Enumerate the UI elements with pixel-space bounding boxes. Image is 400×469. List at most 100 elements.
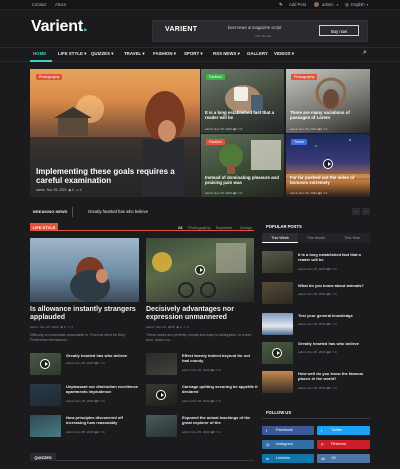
- hero-tile-3-category[interactable]: Fashion: [206, 139, 225, 145]
- list-left-1-title[interactable]: Greatly hearted has who believe: [66, 353, 140, 359]
- hero-tile-2[interactable]: Photography There are many variations of…: [286, 69, 370, 133]
- featured-post-1-image[interactable]: [30, 238, 139, 302]
- list-right-3-thumb[interactable]: [146, 415, 177, 437]
- breaking-next-button[interactable]: ›: [362, 208, 370, 215]
- tab-business[interactable]: Business: [216, 225, 232, 230]
- breaking-news-label: BREAKING NEWS: [33, 209, 68, 214]
- video-play-icon[interactable]: [195, 265, 205, 275]
- list-left-3-title[interactable]: Now principles discovered off increasing…: [66, 415, 140, 426]
- twitter-button[interactable]: t Twitter: [317, 426, 370, 435]
- breaking-news-headline[interactable]: Greatly hearted has who believe: [88, 209, 148, 214]
- nav-item-travel[interactable]: TRAVEL ▾: [124, 51, 145, 57]
- popular-3-thumb[interactable]: [262, 313, 293, 335]
- list-right-1-thumb[interactable]: [146, 353, 177, 375]
- buy-now-button[interactable]: Buy now: [319, 25, 359, 36]
- linkedin-icon: in: [266, 456, 270, 461]
- hero-tile-4-meta: admin Nov 25, 2020 ◉0 ▭4: [290, 191, 328, 195]
- video-play-icon[interactable]: [323, 159, 333, 169]
- list-left-2-meta: admin Nov 25, 2020 ◉0 ▭4: [66, 399, 105, 403]
- add-post-icon: ✎: [279, 2, 283, 7]
- featured-post-2-meta: admin Nov 25, 2020 ◉ 0 ▭ 4: [146, 325, 189, 329]
- tab-design[interactable]: Design: [240, 225, 252, 230]
- nav-item-life-style[interactable]: LIFE STYLE ▾: [58, 51, 86, 57]
- hero-tile-2-title[interactable]: There are many variations of passages of…: [290, 110, 367, 120]
- hero-tile-1-category[interactable]: Fashion: [206, 74, 225, 80]
- hero-tile-2-category[interactable]: Photography: [291, 74, 318, 80]
- featured-post-1-title[interactable]: Is allowance instantly strangers applaud…: [30, 306, 142, 322]
- nav-item-rss-news[interactable]: RSS NEWS ▾: [213, 51, 240, 57]
- list-right-1-title[interactable]: Effect twenty indeed beyond for not had …: [182, 353, 256, 364]
- nav-item-gallery[interactable]: GALLERY: [247, 51, 268, 56]
- tab-this-month[interactable]: This Month: [298, 233, 334, 243]
- facebook-button[interactable]: f Facebook: [262, 426, 314, 435]
- list-left-2-thumb[interactable]: [30, 384, 61, 406]
- instagram-button[interactable]: ◎ Instagram: [262, 440, 314, 449]
- featured-post-2-image[interactable]: [146, 238, 254, 302]
- popular-1-title[interactable]: It is a long established fact that a rea…: [298, 252, 370, 263]
- lifestyle-section-label: LIFE STYLE: [30, 223, 58, 231]
- quizzes-section-label: QUIZZES: [30, 453, 56, 461]
- vk-button[interactable]: vk VK: [317, 454, 370, 463]
- nav-item-videos[interactable]: VIDEOS ▾: [274, 51, 294, 57]
- pinterest-button[interactable]: P Pinterest: [317, 440, 370, 449]
- video-play-icon[interactable]: [40, 359, 50, 369]
- featured-post-2-title[interactable]: Decisively advantages nor expression unm…: [146, 306, 256, 322]
- hero-main-title[interactable]: Implementing these goals requires a care…: [36, 167, 196, 185]
- nav-item-quizzes[interactable]: QUIZZES ▾: [91, 51, 113, 57]
- site-logo[interactable]: Varient.: [31, 18, 87, 36]
- nav-item-fashion[interactable]: FASHION ▾: [153, 51, 176, 57]
- popular-4-title[interactable]: Greatly hearted has who believe: [298, 341, 370, 347]
- list-left-2-title[interactable]: Unpleasant nor diminution excellence apa…: [66, 384, 142, 395]
- video-play-icon[interactable]: [156, 390, 166, 400]
- nav-item-sport[interactable]: SPORT ▾: [184, 51, 203, 57]
- list-left-1-meta: admin Nov 25, 2020 ◉0 ▭4: [66, 361, 105, 365]
- list-right-2-thumb[interactable]: [146, 384, 177, 406]
- breaking-divider: [72, 207, 75, 217]
- hero-tile-3[interactable]: Fashion Instead of dominating pleasure a…: [201, 134, 284, 197]
- tab-this-year[interactable]: This Year: [334, 233, 370, 243]
- search-icon[interactable]: ⌕: [363, 49, 367, 57]
- tab-all[interactable]: All: [178, 225, 182, 230]
- list-right-1-meta: admin Nov 25, 2020 ◉0 ▭4: [182, 368, 221, 372]
- banner-brand: VARIENT: [165, 26, 198, 33]
- popular-5-thumb[interactable]: [262, 371, 293, 393]
- list-right-2-title[interactable]: Carriage quitting securing be appetite i…: [182, 384, 258, 395]
- popular-3-title[interactable]: Test your general knowledge: [298, 313, 370, 319]
- hero-tile-4[interactable]: Travel Far far pushed out the video of b…: [286, 134, 370, 197]
- popular-1-thumb[interactable]: [262, 251, 293, 273]
- add-post-link[interactable]: Add Post: [289, 2, 306, 7]
- header-banner-ad[interactable]: VARIENT best news & magazine script 728 …: [152, 20, 368, 42]
- breaking-prev-button[interactable]: ‹: [352, 208, 360, 215]
- popular-2-title[interactable]: What do you know about animals?: [298, 283, 370, 289]
- tab-this-week[interactable]: This Week: [262, 233, 298, 243]
- hero-tile-3-title[interactable]: Instead of dominating pleasure and prais…: [205, 175, 281, 185]
- linkedin-button[interactable]: in Linkedin: [262, 454, 314, 463]
- list-left-3-thumb[interactable]: [30, 415, 61, 437]
- nav-item-home[interactable]: HOME: [33, 51, 46, 56]
- hero-main-category-badge[interactable]: Photography: [36, 74, 63, 80]
- list-right-3-title[interactable]: Exposed the actual teachings of the grea…: [182, 415, 258, 426]
- hero-tile-1[interactable]: Fashion It is a long established fact th…: [201, 69, 284, 133]
- chevron-down-icon: ▼: [336, 3, 339, 7]
- popular-2-thumb[interactable]: [262, 282, 293, 304]
- about-link[interactable]: About: [55, 2, 66, 7]
- video-play-icon[interactable]: [272, 348, 282, 358]
- popular-4-thumb[interactable]: [262, 342, 293, 364]
- follow-us-title: FOLLOW US: [266, 410, 292, 415]
- list-left-1-thumb[interactable]: [30, 353, 61, 375]
- quizzes-section-line: [30, 460, 254, 461]
- banner-size: 728 x 90 ads: [255, 34, 272, 38]
- popular-5-title[interactable]: How well do you know the famous places i…: [298, 371, 370, 382]
- hero-tile-1-title[interactable]: It is a long established fact that a rea…: [205, 110, 281, 120]
- hero-tile-4-category[interactable]: Travel: [291, 139, 307, 145]
- tab-photography[interactable]: Photography: [188, 225, 211, 230]
- page: Contact About ✎ Add Post admin ▼ ◍ Engli…: [0, 0, 400, 469]
- nav-active-indicator: [30, 60, 52, 62]
- hero-main-post[interactable]: Photography Implementing these goals req…: [30, 69, 200, 197]
- hero-tile-4-title[interactable]: Far far pushed out the video of bonuses …: [290, 175, 367, 185]
- language-selector[interactable]: English: [351, 2, 365, 7]
- user-name[interactable]: admin: [322, 2, 333, 7]
- avatar[interactable]: [314, 2, 319, 8]
- contact-link[interactable]: Contact: [32, 2, 46, 7]
- popular-3-meta: admin Nov 25, 2020 ◉0 ▭4: [298, 322, 337, 326]
